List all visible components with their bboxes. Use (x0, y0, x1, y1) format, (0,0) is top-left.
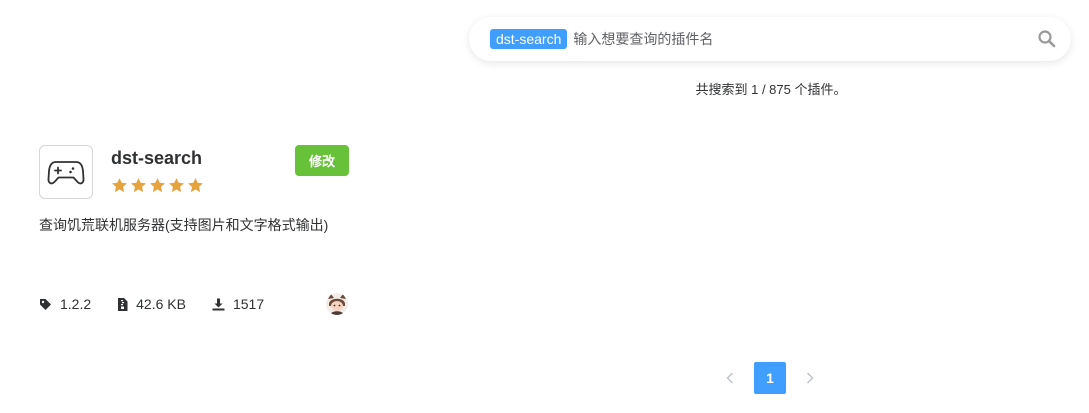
star-icon (188, 178, 203, 193)
plugin-search-page: dst-search 共搜索到 1 / 875 个插件。 dst-search … (0, 0, 1089, 413)
chevron-left-icon[interactable] (715, 362, 745, 394)
size-value: 42.6 KB (136, 296, 186, 312)
edit-button[interactable]: 修改 (295, 145, 349, 176)
page-number-current[interactable]: 1 (754, 362, 786, 394)
search-icon[interactable] (1037, 29, 1057, 49)
pagination: 1 (715, 362, 825, 394)
search-input[interactable] (573, 31, 1014, 47)
gamepad-icon (39, 145, 93, 199)
version-info: 1.2.2 (39, 296, 91, 312)
author-avatar[interactable] (326, 293, 348, 315)
star-rating (111, 177, 204, 194)
search-bar[interactable]: dst-search (469, 17, 1071, 61)
star-icon (131, 178, 146, 193)
downloads-value: 1517 (232, 296, 265, 312)
plugin-description: 查询饥荒联机服务器(支持图片和文字格式输出) (39, 217, 329, 233)
plugin-name: dst-search (111, 148, 203, 168)
tag-icon (40, 298, 51, 310)
star-icon (112, 178, 127, 193)
star-icon (169, 178, 184, 193)
plugin-meta: 1.2.2 42.6 KB 1517 (39, 296, 290, 312)
version-value: 1.2.2 (60, 296, 92, 312)
plugin-card: dst-search 修改 查询饥荒联机服务器(支持图片和文字格式输出) 1.2… (39, 145, 351, 325)
downloads-info: 1517 (212, 296, 264, 312)
download-icon (212, 298, 225, 310)
search-tag[interactable]: dst-search (490, 29, 568, 49)
chevron-right-icon[interactable] (795, 362, 825, 394)
result-count: 共搜索到 1 / 875 个插件。 (695, 82, 847, 97)
size-info: 42.6 KB (117, 296, 186, 312)
star-icon (150, 178, 165, 193)
zip-file-icon (118, 297, 128, 311)
